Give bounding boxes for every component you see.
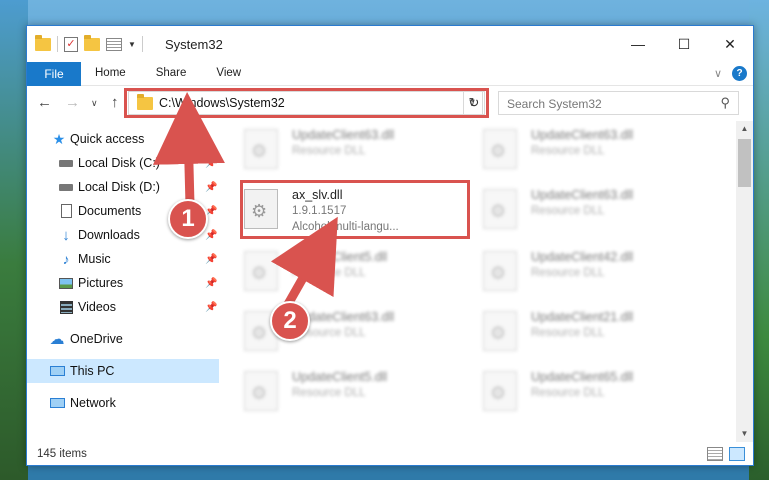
pin-icon[interactable]: 📌 [205,230,217,241]
title-bar: ✓ ▼ System32 — ☐ ✕ [27,26,753,62]
file-item[interactable]: UpdateClient65.dll Resource DLL [483,367,713,422]
close-button[interactable]: ✕ [707,26,753,62]
scrollbar-thumb[interactable] [738,139,751,187]
sidebar-item-pictures[interactable]: Pictures 📌 [27,271,219,295]
file-item[interactable]: UpdateClient63.dll Resource DLL [244,125,474,180]
scroll-down-arrow-icon[interactable]: ▼ [736,426,753,442]
address-highlight-box [124,88,489,118]
sidebar-item-music[interactable]: ♪ Music 📌 [27,247,219,271]
sidebar-item-quick-access[interactable]: ★ Quick access [27,127,219,151]
dll-file-icon [244,129,278,169]
drive-icon [58,155,74,171]
up-arrow-icon[interactable]: ↑ [111,94,119,111]
step-1-badge: 1 [168,199,208,239]
download-icon: ↓ [62,226,70,244]
music-icon: ♪ [62,251,70,267]
pin-icon[interactable]: 📌 [205,302,217,313]
status-bar: 145 items [27,443,753,465]
pin-icon[interactable]: 📌 [205,182,217,193]
file-item[interactable]: UpdateClient5.dll Resource DLL [244,247,474,302]
maximize-button[interactable]: ☐ [661,26,707,62]
navigation-bar: ← → ∨ ↑ C:\Windows\System32 ∨ ↻ Search S… [27,87,753,119]
file-item[interactable]: UpdateClient21.dll Resource DLL [483,307,713,362]
file-item[interactable]: UpdateClient5.dll Resource DLL [244,367,474,422]
search-icon[interactable]: ⚲ [720,95,730,111]
pin-icon[interactable]: 📌 [205,254,217,265]
drive-icon [58,179,74,195]
sidebar-item-this-pc[interactable]: This PC [27,359,219,383]
sidebar-item-onedrive[interactable]: ☁ OneDrive [27,327,219,351]
forward-arrow-icon[interactable]: → [65,94,80,111]
quick-access-toolbar: ✓ ▼ [35,34,143,52]
documents-icon [58,203,74,219]
sidebar-item-local-disk-c[interactable]: Local Disk (C:) 📌 [27,151,219,175]
window-controls: — ☐ ✕ [615,26,753,62]
toolbar-divider [141,36,143,52]
customize-toolbar-chevron-icon[interactable]: ▼ [128,40,136,49]
dll-file-icon [483,371,517,411]
search-box[interactable]: Search System32 ⚲ [498,91,739,115]
file-list: UpdateClient63.dll Resource DLL UpdateCl… [230,121,735,441]
minimize-button[interactable]: — [615,26,661,62]
vertical-scrollbar[interactable]: ▲ ▼ [736,121,753,442]
ribbon: File Home Share View ∨ ? [27,62,753,86]
folder-icon[interactable] [35,34,51,51]
dll-file-icon [483,129,517,169]
step-2-badge: 2 [270,301,310,341]
back-arrow-icon[interactable]: ← [37,94,52,111]
videos-icon [58,299,74,315]
help-icon[interactable]: ? [732,66,747,81]
file-item[interactable]: UpdateClient63.dll Resource DLL [483,185,713,240]
large-icons-view-icon[interactable] [729,447,745,461]
sidebar-item-videos[interactable]: Videos 📌 [27,295,219,319]
tab-home[interactable]: Home [95,67,126,79]
ribbon-tabs: Home Share View [95,67,271,79]
tab-view[interactable]: View [216,67,241,79]
file-item[interactable]: UpdateClient63.dll Resource DLL [483,125,713,180]
dll-file-icon [483,189,517,229]
recent-locations-chevron-icon[interactable]: ∨ [91,98,98,109]
network-icon [49,395,65,411]
window-title: System32 [165,37,223,52]
dll-file-icon [483,251,517,291]
item-count: 145 items [37,448,87,460]
dll-file-icon [483,311,517,351]
tab-share[interactable]: Share [156,67,187,79]
pictures-icon [58,275,74,291]
sidebar-item-local-disk-d[interactable]: Local Disk (D:) 📌 [27,175,219,199]
expand-ribbon-chevron-icon[interactable]: ∨ [714,67,722,80]
new-folder-icon[interactable] [84,34,100,51]
computer-icon [49,363,65,379]
file-explorer-window: ✓ ▼ System32 — ☐ ✕ File Home Share View … [26,25,754,466]
dll-file-icon [244,251,278,291]
file-item[interactable]: UpdateClient42.dll Resource DLL [483,247,713,302]
scroll-up-arrow-icon[interactable]: ▲ [736,121,753,137]
pin-icon[interactable]: 📌 [205,158,217,169]
desktop-background-left [0,0,28,480]
navigation-pane: ★ Quick access Local Disk (C:) 📌 Local D… [27,121,219,441]
file-highlight-box [240,180,470,239]
pin-icon[interactable]: 📌 [205,278,217,289]
star-icon: ★ [52,130,66,147]
sidebar-item-network[interactable]: Network [27,391,219,415]
tab-file[interactable]: File [27,62,81,86]
search-placeholder[interactable]: Search System32 [507,97,602,111]
details-view-icon[interactable] [707,447,723,461]
cloud-icon: ☁ [49,331,65,348]
dll-file-icon [244,371,278,411]
view-toggle [707,447,745,461]
properties-icon[interactable] [106,37,122,51]
toolbar-divider [57,36,58,52]
properties-check-icon[interactable]: ✓ [64,36,78,52]
ribbon-right-controls: ∨ ? [714,66,747,81]
